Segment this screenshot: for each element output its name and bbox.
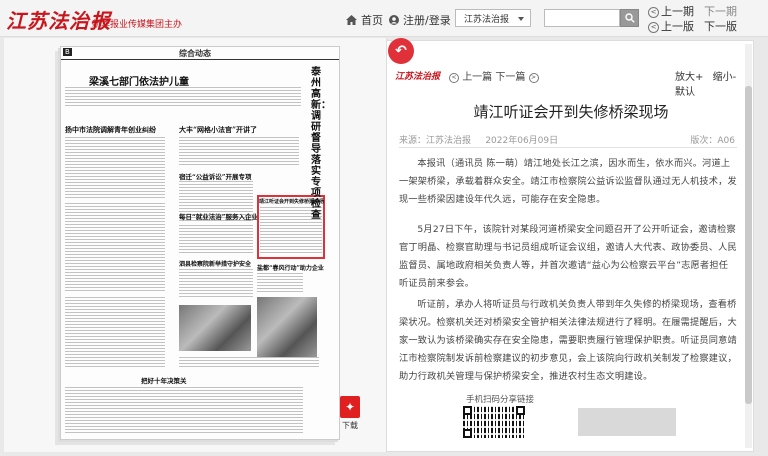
back-button[interactable]: ↶: [388, 38, 414, 64]
prev-article-link[interactable]: 上一篇: [462, 72, 492, 83]
thumb-text: [65, 297, 165, 367]
prev-page-label: 上一版: [661, 20, 694, 33]
article-date: 2022年06月09日: [485, 136, 559, 146]
next-issue-label: 下一期: [704, 5, 737, 18]
thumb-text: [65, 87, 301, 107]
zoom-controls: 放大+ 缩小- 默认: [675, 68, 753, 98]
search-input[interactable]: [544, 9, 620, 27]
thumb-text: [65, 387, 303, 435]
newspaper-page-thumbnail[interactable]: B 综合动态 梁溪七部门依法护儿童 扬中市法院调解青年创业纠纷 大丰“网格小法官…: [60, 46, 340, 440]
paper-head: B 综合动态: [61, 47, 339, 60]
chevron-left-icon: <: [648, 7, 659, 18]
zoom-out-button[interactable]: 缩小-: [713, 72, 737, 83]
site-sublogo: 新华报业传媒集团主办: [92, 20, 183, 30]
article-edition: 版次：A06: [690, 136, 735, 146]
thumb-text: [65, 203, 165, 293]
article-source: 来源：江苏法治报: [399, 136, 472, 146]
pdf-download[interactable]: ✦ 下载: [338, 396, 362, 432]
divider: [399, 147, 737, 148]
article-panel: 江苏法治报 < 上一篇 下一篇 > 放大+ 缩小- 默认 靖江听证会开到失修桥梁…: [386, 40, 754, 452]
login-label: 注册/登录: [403, 14, 451, 27]
home-label: 首页: [361, 14, 383, 27]
next-issue-link[interactable]: 下一期: [704, 3, 737, 19]
share-label: 手机扫码分享链接: [466, 395, 535, 405]
thumb-text: [179, 225, 253, 255]
login-link[interactable]: 注册/登录: [389, 12, 451, 28]
article-logo: 江苏法治报: [395, 72, 441, 82]
pdf-download-label: 下载: [342, 421, 358, 430]
next-page-link[interactable]: 下一版: [704, 18, 737, 34]
thumb-photo: [257, 297, 317, 357]
thumb-headline[interactable]: 泗县检察院新举措守护安全: [179, 259, 251, 268]
thumb-text: [179, 269, 253, 299]
newspaper-select-value: 江苏法治报: [464, 14, 510, 25]
prev-issue-link[interactable]: < 上一期: [648, 3, 694, 19]
chevron-right-icon: >: [528, 73, 539, 83]
thumb-text: [179, 357, 319, 369]
thumb-text: [257, 273, 303, 293]
article-nav: < 上一篇 下一篇 >: [449, 68, 539, 83]
qr-corner: [463, 429, 472, 438]
zoom-in-button[interactable]: 放大+: [675, 72, 703, 83]
top-bar: 江苏法治报 新华报业传媒集团主办 首页 注册/登录 江苏法治报 < 上一期 下一期…: [0, 0, 768, 37]
chevron-left-icon: <: [449, 73, 459, 83]
qr-code: [463, 406, 525, 438]
thumb-headline[interactable]: 宿迁“公益诉讼”开展专项: [179, 171, 251, 181]
chevron-down-icon: [518, 17, 524, 21]
thumb-text: [65, 137, 165, 199]
search-icon: [624, 13, 635, 23]
chevron-left-icon: <: [648, 22, 659, 33]
section-name: 综合动态: [179, 49, 211, 58]
home-link[interactable]: 首页: [346, 12, 383, 28]
thumb-headline[interactable]: 每日“就业法治”服务入企业: [179, 211, 258, 221]
article-paragraph: 5月27日下午，该院针对某段河道桥梁安全问题召开了公开听证会，邀请检察官丁明晶、…: [399, 224, 737, 289]
ad-placeholder: [578, 408, 676, 436]
prev-page-link[interactable]: < 上一版: [648, 18, 694, 34]
thumb-headline[interactable]: 扬中市法院调解青年创业纠纷: [65, 125, 156, 135]
article-paragraph: 听证前，承办人将听证员与行政机关负责人带到年久失修的桥梁现场，查看桥梁状况。检察…: [399, 299, 737, 382]
qr-corner: [463, 406, 472, 415]
thumb-text: [179, 137, 299, 167]
qr-corner: [516, 406, 525, 415]
thumb-headline[interactable]: 盐都“春风行动”助力企业: [257, 263, 324, 272]
thumb-headline[interactable]: 梁溪七部门依法护儿童: [89, 73, 189, 88]
back-arrow-icon: ↶: [395, 43, 407, 59]
pdf-icon: ✦: [340, 396, 360, 418]
vertical-headline[interactable]: 泰州高新：调研督导落实专项检查: [311, 67, 331, 221]
search-button[interactable]: [620, 9, 639, 27]
page-tag: B: [63, 48, 72, 56]
article-title: 靖江听证会开到失修桥梁现场: [473, 103, 669, 121]
newspaper-select[interactable]: 江苏法治报: [455, 9, 531, 27]
home-icon: [346, 15, 357, 25]
scrollbar-thumb[interactable]: [745, 86, 752, 404]
thumb-photo: [179, 305, 251, 351]
article-paragraph: 本报讯（通讯员 陈一萌）靖江地处长江之滨，因水而生，依水而兴。河道上一架架桥梁，…: [399, 158, 737, 205]
prev-issue-label: 上一期: [661, 5, 694, 18]
next-article-link[interactable]: 下一篇: [495, 72, 525, 83]
thumb-headline[interactable]: 大丰“网格小法官”开讲了: [179, 125, 257, 135]
article-meta: 来源：江苏法治报 2022年06月09日: [399, 133, 558, 146]
user-icon: [389, 15, 399, 25]
zoom-default-button[interactable]: 默认: [675, 87, 695, 98]
next-page-label: 下一版: [704, 20, 737, 33]
thumb-headline[interactable]: 把好十年决策关: [141, 375, 187, 385]
